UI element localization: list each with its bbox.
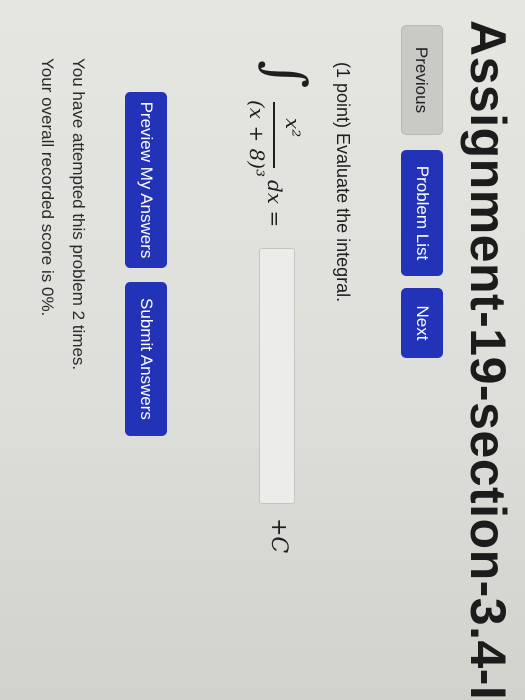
score-message: Your overall recorded score is 0%. (38, 58, 57, 317)
problem-prompt: (1 point) Evaluate the integral. (333, 62, 353, 303)
differential-label: dx = (263, 180, 287, 228)
preview-answers-button[interactable]: Preview My Answers (125, 92, 167, 268)
constant-of-integration: +C (266, 518, 291, 554)
previous-button[interactable]: Previous (401, 25, 443, 135)
problem-list-button[interactable]: Problem List (401, 150, 443, 276)
fraction-bar (273, 102, 275, 168)
submit-answers-button[interactable]: Submit Answers (125, 282, 167, 436)
answer-input[interactable] (259, 248, 295, 504)
assignment-title: Assignment-19-section-3.4-I (460, 20, 516, 700)
next-button[interactable]: Next (401, 288, 443, 358)
integrand-numerator: x² (281, 118, 305, 138)
integrand-denominator: (x + 8)³ (245, 100, 269, 178)
attempts-message: You have attempted this problem 2 times. (69, 58, 88, 371)
integral-sign: ∫ (255, 60, 318, 89)
webwork-page: Assignment-19-section-3.4-I Previous Pro… (0, 0, 525, 700)
